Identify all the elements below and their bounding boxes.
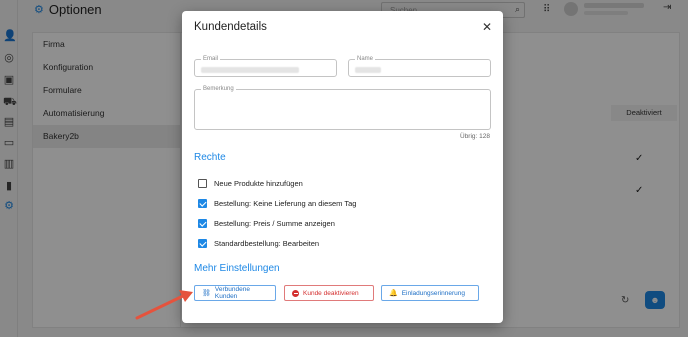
- dialog-title: Kundendetails: [194, 21, 267, 33]
- linked-customers-label: Verbundene Kunden: [214, 286, 250, 300]
- customer-details-dialog: Kundendetails ✕ Email Name Bemerkung Übr…: [182, 11, 503, 323]
- checkbox-label: Neue Produkte hinzufügen: [214, 178, 303, 188]
- checkbox-edit-standard-order[interactable]: [198, 238, 207, 248]
- checkbox-label: Bestellung: Preis / Summe anzeigen: [214, 218, 335, 228]
- linked-customers-button[interactable]: ⛓ Verbundene Kunden: [194, 285, 276, 301]
- annotation-arrow-icon: [135, 290, 193, 320]
- remark-label: Bemerkung: [201, 85, 236, 93]
- checkbox-show-price[interactable]: [198, 218, 207, 228]
- checkbox-row-edit-standard-order[interactable]: Standardbestellung: Bearbeiten: [198, 237, 319, 249]
- deactivate-customer-label: Kunde deaktivieren: [303, 289, 359, 297]
- email-value-redacted: [201, 67, 299, 73]
- checkbox-row-show-price[interactable]: Bestellung: Preis / Summe anzeigen: [198, 217, 335, 229]
- minus-circle-icon: [292, 289, 299, 297]
- name-value-redacted: [355, 67, 381, 73]
- name-label: Name: [355, 55, 376, 63]
- email-field[interactable]: Email: [194, 55, 337, 77]
- checkbox-label: Bestellung: Keine Lieferung an diesem Ta…: [214, 198, 357, 208]
- close-icon[interactable]: ✕: [482, 20, 492, 34]
- checkbox-new-products[interactable]: [198, 178, 207, 188]
- link-icon: ⛓: [202, 290, 211, 297]
- checkbox-row-no-delivery[interactable]: Bestellung: Keine Lieferung an diesem Ta…: [198, 197, 356, 209]
- invitation-reminder-label: Einladungserinnerung: [401, 289, 465, 297]
- invitation-reminder-button[interactable]: 🔔 Einladungserinnerung: [381, 285, 479, 301]
- deactivate-customer-button[interactable]: Kunde deaktivieren: [284, 285, 374, 301]
- email-label: Email: [201, 55, 221, 63]
- checkbox-row-new-products[interactable]: Neue Produkte hinzufügen: [198, 177, 303, 189]
- checkbox-no-delivery[interactable]: [198, 198, 207, 208]
- bell-icon: 🔔: [389, 290, 398, 297]
- remark-textarea[interactable]: Bemerkung: [194, 85, 491, 130]
- remaining-characters: Übrig: 128: [460, 133, 490, 140]
- checkbox-label: Standardbestellung: Bearbeiten: [214, 238, 320, 248]
- more-settings-title: Mehr Einstellungen: [194, 263, 280, 274]
- rights-section-title: Rechte: [194, 152, 226, 163]
- name-field[interactable]: Name: [348, 55, 491, 77]
